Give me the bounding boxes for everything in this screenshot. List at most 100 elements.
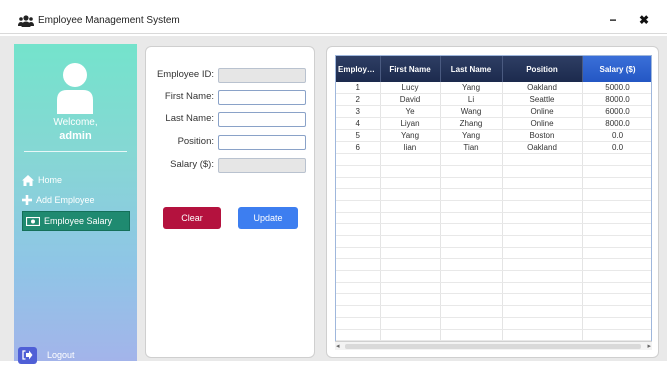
close-button[interactable]: ✖ xyxy=(637,12,651,28)
table-row[interactable]: 4 Liyan Zhang Online 8000.0 xyxy=(336,117,651,131)
table-cell: 4 xyxy=(336,117,381,131)
table-cell: Wang xyxy=(440,105,503,119)
table-cell xyxy=(582,153,651,166)
scroll-left-icon[interactable]: ◂ xyxy=(336,342,340,351)
table-cell xyxy=(440,177,503,190)
table-cell xyxy=(502,212,583,225)
table-cell xyxy=(380,165,441,178)
table-row-empty xyxy=(336,305,651,318)
logout-label: Logout xyxy=(47,350,75,360)
column-header-first-name[interactable]: First Name xyxy=(380,56,441,82)
table-cell: Seattle xyxy=(502,93,583,107)
table-cell xyxy=(440,188,503,201)
table-cell: David xyxy=(380,93,441,107)
table-cell xyxy=(582,317,651,330)
sidebar-item-home[interactable]: Home xyxy=(22,170,130,190)
first-name-field[interactable] xyxy=(218,90,306,105)
table-row[interactable]: 5 Yang Yang Boston 0.0 xyxy=(336,129,651,143)
column-header-position[interactable]: Position xyxy=(502,56,583,82)
position-field[interactable] xyxy=(218,135,306,150)
table-row-empty xyxy=(336,282,651,295)
table-row-empty xyxy=(336,200,651,213)
app-window: Employee Management System − ✖ Welcome, … xyxy=(0,0,667,364)
sidebar-item-label: Add Employee xyxy=(36,195,95,205)
table-cell: Zhang xyxy=(440,117,503,131)
table-cell: Online xyxy=(502,117,583,131)
table-cell xyxy=(440,200,503,213)
table-cell xyxy=(380,317,441,330)
employee-table-panel: Employee... First Name Last Name Positio… xyxy=(326,46,659,358)
table-cell xyxy=(440,258,503,272)
sidebar-item-label: Employee Salary xyxy=(44,216,113,226)
column-header-salary[interactable]: Salary ($) xyxy=(582,56,651,82)
table-cell xyxy=(336,153,381,166)
logout-button[interactable]: Logout xyxy=(18,345,118,365)
table-cell xyxy=(380,258,441,272)
table-cell: 1 xyxy=(336,82,381,95)
scrollbar-thumb[interactable] xyxy=(345,344,641,349)
salary-field xyxy=(218,158,306,173)
column-header-last-name[interactable]: Last Name xyxy=(440,56,503,82)
table-cell: 6000.0 xyxy=(582,105,651,119)
last-name-field[interactable] xyxy=(218,112,306,127)
table-cell: 6 xyxy=(336,141,381,155)
table-cell xyxy=(582,305,651,318)
scroll-right-icon[interactable]: ▸ xyxy=(647,342,651,351)
table-cell xyxy=(336,293,381,307)
table-cell xyxy=(440,270,503,283)
table-cell xyxy=(502,329,583,342)
table-row[interactable]: 3 Ye Wang Online 6000.0 xyxy=(336,105,651,119)
table-cell xyxy=(440,235,503,248)
table-cell xyxy=(336,329,381,342)
clear-button[interactable]: Clear xyxy=(163,207,221,229)
table-cell: lian xyxy=(380,141,441,155)
table-row[interactable]: 6 lian Tian Oakland 0.0 xyxy=(336,141,651,155)
table-cell xyxy=(336,223,381,236)
update-button[interactable]: Update xyxy=(238,207,298,229)
sidebar: Welcome, admin Home Add Employee Employe… xyxy=(14,44,137,364)
table-cell xyxy=(502,177,583,190)
table-cell xyxy=(582,329,651,342)
table-cell: Lucy xyxy=(380,82,441,95)
table-cell xyxy=(380,212,441,225)
table-row-empty xyxy=(336,223,651,236)
table-row[interactable]: 1 Lucy Yang Oakland 5000.0 xyxy=(336,82,651,95)
table-cell xyxy=(440,305,503,318)
employee-id-label: Employee ID: xyxy=(156,69,214,80)
table-cell xyxy=(582,247,651,260)
sidebar-item-employee-salary[interactable]: Employee Salary xyxy=(22,211,130,231)
table-cell: Yang xyxy=(440,82,503,95)
column-header-employee-id[interactable]: Employee... xyxy=(336,56,381,82)
window-title: Employee Management System xyxy=(38,15,180,26)
table-cell: Online xyxy=(502,105,583,119)
table-row[interactable]: 2 David Li Seattle 8000.0 xyxy=(336,93,651,107)
table-body: 1 Lucy Yang Oakland 5000.0 2 David Li Seattle 800… xyxy=(336,82,651,342)
plus-icon xyxy=(22,195,32,205)
table-cell xyxy=(380,153,441,166)
table-row-empty xyxy=(336,329,651,342)
table-cell xyxy=(336,165,381,178)
table-cell xyxy=(440,293,503,307)
table-cell xyxy=(380,177,441,190)
table-cell xyxy=(440,165,503,178)
table-cell: 2 xyxy=(336,93,381,107)
table-cell xyxy=(380,200,441,213)
table-cell xyxy=(336,188,381,201)
minimize-button[interactable]: − xyxy=(606,12,620,28)
table-cell xyxy=(502,258,583,272)
table-cell: Liyan xyxy=(380,117,441,131)
table-row-empty xyxy=(336,293,651,307)
table-cell xyxy=(440,247,503,260)
table-cell: 0.0 xyxy=(582,129,651,143)
horizontal-scrollbar[interactable]: ◂ ▸ xyxy=(335,341,652,350)
last-name-label: Last Name: xyxy=(165,113,214,124)
table-row-empty xyxy=(336,188,651,201)
employee-table-container[interactable]: Employee... First Name Last Name Positio… xyxy=(335,55,652,350)
sidebar-item-add-employee[interactable]: Add Employee xyxy=(22,190,130,210)
table-cell xyxy=(336,212,381,225)
table-cell xyxy=(582,293,651,307)
title-bar: Employee Management System − ✖ xyxy=(0,10,667,34)
table-cell: Li xyxy=(440,93,503,107)
table-cell xyxy=(440,282,503,295)
table-cell xyxy=(582,235,651,248)
